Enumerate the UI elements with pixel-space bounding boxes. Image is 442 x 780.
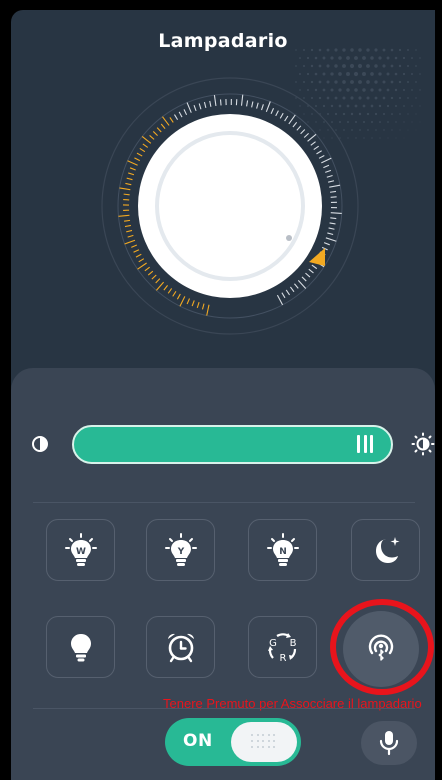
rgb-letter-r: R xyxy=(279,653,286,664)
bulb-y-icon: Y xyxy=(164,533,197,566)
rgb-letter-b: B xyxy=(289,638,296,649)
microphone-button[interactable] xyxy=(361,721,417,765)
preset-letter: Y xyxy=(176,547,184,557)
rgb-cycle-icon: G B R xyxy=(267,633,296,664)
divider xyxy=(33,708,415,709)
preset-warm-button[interactable]: W xyxy=(46,519,115,581)
preset-yellow-button[interactable]: Y xyxy=(146,519,215,581)
dial-graphic[interactable] xyxy=(11,10,435,380)
dial-pointer xyxy=(309,248,325,266)
dial-position-dot xyxy=(286,235,292,241)
divider xyxy=(33,502,415,503)
bulb-w-icon: W xyxy=(64,533,97,566)
control-panel: W Y N G B R Tenere Premuto per Assocciar… xyxy=(11,368,435,780)
color-temperature-dial[interactable] xyxy=(11,10,435,380)
brightness-slider[interactable] xyxy=(72,425,393,464)
bulb-icon xyxy=(70,634,91,662)
power-toggle[interactable]: ON xyxy=(165,718,301,766)
preset-letter: W xyxy=(76,547,86,557)
brightness-low-icon xyxy=(32,436,48,452)
knob-grip xyxy=(251,734,277,750)
brightness-high-icon xyxy=(411,432,435,456)
dial-texture xyxy=(295,48,421,139)
microphone-icon xyxy=(379,731,399,756)
preset-neutral-button[interactable]: N xyxy=(248,519,317,581)
preset-letter: N xyxy=(279,547,287,557)
highlight-circle xyxy=(330,599,434,695)
bulb-n-icon: N xyxy=(266,533,299,566)
alarm-clock-icon xyxy=(167,633,194,663)
moon-icon xyxy=(375,537,399,563)
alarm-button[interactable] xyxy=(146,616,215,678)
toggle-knob[interactable] xyxy=(231,722,297,762)
rgb-letter-g: G xyxy=(269,638,277,649)
night-mode-button[interactable] xyxy=(351,519,420,581)
slider-handle[interactable] xyxy=(357,435,373,455)
dial-knob[interactable] xyxy=(138,114,322,298)
app-screen: Lampadario W Y N G B R Tenere Premuto pe… xyxy=(11,10,435,780)
rgb-cycle-button[interactable]: G B R xyxy=(248,616,317,678)
bulb-button[interactable] xyxy=(46,616,115,678)
power-toggle-label: ON xyxy=(183,731,213,751)
